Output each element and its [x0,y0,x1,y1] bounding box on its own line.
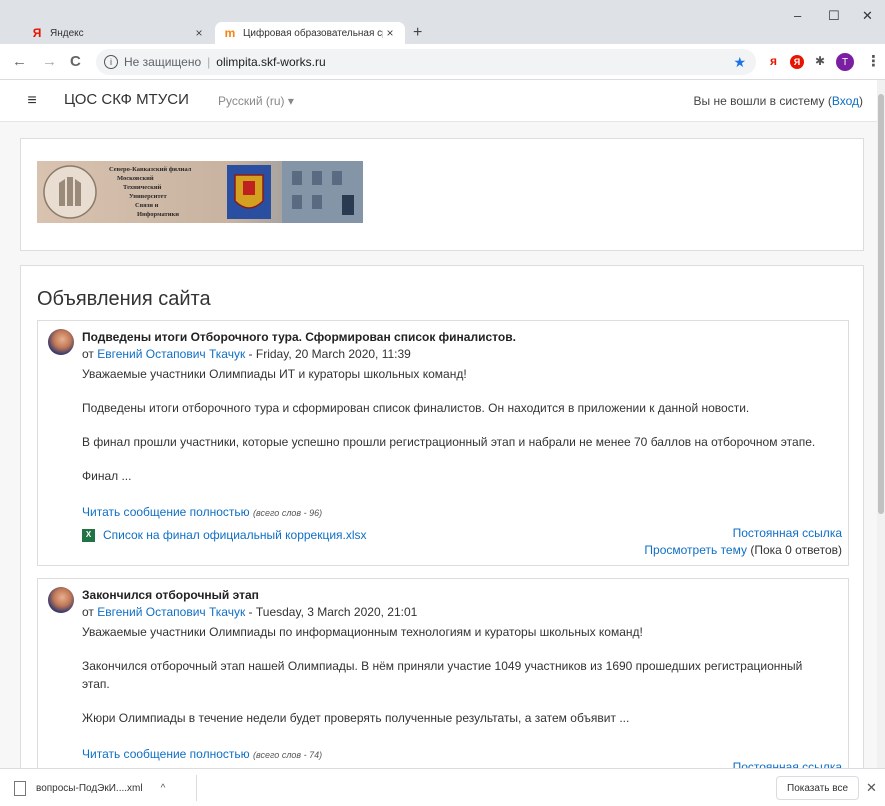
post-subject: Закончился отборочный этап [82,588,259,602]
post-paragraph: Уважаемые участники Олимпиады по информа… [82,625,643,639]
post-date: - Friday, 20 March 2020, 11:39 [245,347,411,361]
author-link[interactable]: Евгений Остапович Ткачук [97,605,245,619]
news-title: Объявления сайта [37,288,211,310]
view-topic-link[interactable]: Просмотреть тему [644,543,747,557]
author-avatar[interactable] [48,329,74,355]
logo-line-5: Связи и [135,202,159,209]
close-window-button[interactable]: ✕ [862,8,873,24]
page-content: ≡ ЦОС СКФ МТУСИ Русский (ru) ▾ Вы не вош… [0,80,877,768]
reply-count: (Пока 0 ответов) [747,543,842,557]
post-by: от [82,605,98,619]
post-meta: от Евгений Остапович Ткачук - Tuesday, 3… [82,605,417,619]
logo-line-4: Университет [129,193,167,200]
author-avatar[interactable] [48,587,74,613]
minimize-window-button[interactable]: – [794,8,801,23]
language-selector[interactable]: Русский (ru) ▾ [218,94,294,108]
post-paragraph: Уважаемые участники Олимпиады ИТ и курат… [82,367,467,381]
post-paragraph: Жюри Олимпиады в течение недели будет пр… [82,711,630,725]
logo-line-3: Технический [123,184,162,191]
browser-menu-icon[interactable]: ⋮ [866,53,881,71]
download-separator [196,775,197,801]
browser-tabstrip: Я Яндекс × m Цифровая образовательная ср… [0,0,885,44]
post-paragraph: Финал ... [82,469,132,483]
address-separator: | [207,55,211,69]
post-paragraph: В финал прошли участники, которые успешн… [82,435,816,449]
close-download-bar-icon[interactable]: ✕ [866,780,877,796]
bookmark-star-icon[interactable]: ★ [733,54,746,71]
tab-yandex[interactable]: Я Яндекс × [22,22,214,44]
profile-avatar[interactable]: T [836,53,854,71]
post-by: от [82,347,98,361]
author-link[interactable]: Евгений Остапович Ткачук [97,347,245,361]
logo-line-6: Информатики [137,211,179,218]
read-more-row: Читать сообщение полностью (всего слов -… [82,745,832,764]
browser-toolbar: ← → C i Не защищено | olimpita.skf-works… [0,44,885,80]
file-icon [14,780,26,796]
site-news-card: Объявления сайта Подведены итоги Отбороч… [20,265,864,768]
show-all-downloads-button[interactable]: Показать все [776,776,860,800]
permalink-link[interactable]: Постоянная ссылка [733,760,842,768]
security-label: Не защищено [124,55,202,69]
url-text[interactable]: olimpita.skf-works.ru [216,55,325,69]
forward-arrow-icon[interactable]: → [42,53,57,71]
site-navbar: ≡ ЦОС СКФ МТУСИ Русский (ru) ▾ Вы не вош… [0,80,877,122]
hamburger-menu-icon[interactable]: ≡ [20,90,44,112]
reload-icon[interactable]: C [70,53,81,71]
download-filename: вопросы-ПодЭкИ....xml [36,782,143,794]
excel-file-icon: X [82,528,95,542]
post-footer: Постоянная ссылка Просмотреть тему (Пока… [644,525,842,559]
address-bar[interactable]: i Не защищено | olimpita.skf-works.ru ★ [96,49,756,75]
login-status: Вы не вошли в систему (Вход) [694,94,864,108]
download-bar: вопросы-ПодЭкИ....xml ^ Показать все ✕ [0,768,885,806]
word-count: (всего слов - 96) [252,508,323,518]
attachment-link[interactable]: Список на финал официальный коррекция.xl… [103,526,367,544]
logo-line-1: Северо-Кавказский филиал [109,166,192,173]
forum-post: Закончился отборочный этап от Евгений Ос… [37,578,849,768]
read-more-link[interactable]: Читать сообщение полностью [82,747,250,761]
extensions-puzzle-icon[interactable]: ✱ [815,54,825,68]
read-more-row: Читать сообщение полностью (всего слов -… [82,503,832,522]
login-prefix: Вы не вошли в систему ( [693,94,832,108]
tab-title: Яндекс [50,27,84,39]
yandex-browser-extension-icon[interactable]: Я [790,55,804,69]
header-card: Северо-Кавказский филиал Московский Техн… [20,138,864,251]
tab-title: Цифровая образовательная сре [243,27,383,39]
post-paragraph: Закончился отборочный этап нашей Олимпиа… [82,659,803,691]
chevron-up-icon[interactable]: ^ [161,783,166,794]
moodle-favicon-icon: m [224,26,236,40]
back-arrow-icon[interactable]: ← [12,53,27,71]
post-date: - Tuesday, 3 March 2020, 21:01 [245,605,418,619]
scrollbar-thumb[interactable] [878,94,884,514]
login-link[interactable]: Вход [832,94,859,108]
yandex-extension-icon[interactable]: я [770,54,777,68]
permalink-link[interactable]: Постоянная ссылка [733,526,842,540]
download-item[interactable]: вопросы-ПодЭкИ....xml ^ [14,778,165,798]
site-info-icon[interactable]: i [104,55,118,69]
site-brand[interactable]: ЦОС СКФ МТУСИ [64,91,189,108]
maximize-window-button[interactable]: ☐ [828,8,840,24]
post-subject: Подведены итоги Отборочного тура. Сформи… [82,330,516,344]
tab-digital-education[interactable]: m Цифровая образовательная сре × [215,22,405,44]
post-meta: от Евгений Остапович Ткачук - Friday, 20… [82,347,411,361]
page-scrollbar[interactable] [877,80,885,768]
post-footer: Постоянная ссылка [733,759,842,768]
post-paragraph: Подведены итоги отборочного тура и сформ… [82,401,750,415]
tab-close-icon[interactable]: × [383,26,397,40]
new-tab-button[interactable]: + [413,22,422,44]
university-logo: Северо-Кавказский филиал Московский Техн… [37,161,363,223]
login-suffix: ) [859,94,863,108]
post-body: Уважаемые участники Олимпиады ИТ и курат… [82,365,832,544]
word-count: (всего слов - 74) [252,750,323,760]
forum-post: Подведены итоги Отборочного тура. Сформи… [37,320,849,566]
yandex-favicon-icon: Я [32,26,42,40]
read-more-link[interactable]: Читать сообщение полностью [82,505,250,519]
logo-line-2: Московский [117,175,154,182]
tab-close-icon[interactable]: × [192,26,206,40]
post-body: Уважаемые участники Олимпиады по информа… [82,623,832,764]
